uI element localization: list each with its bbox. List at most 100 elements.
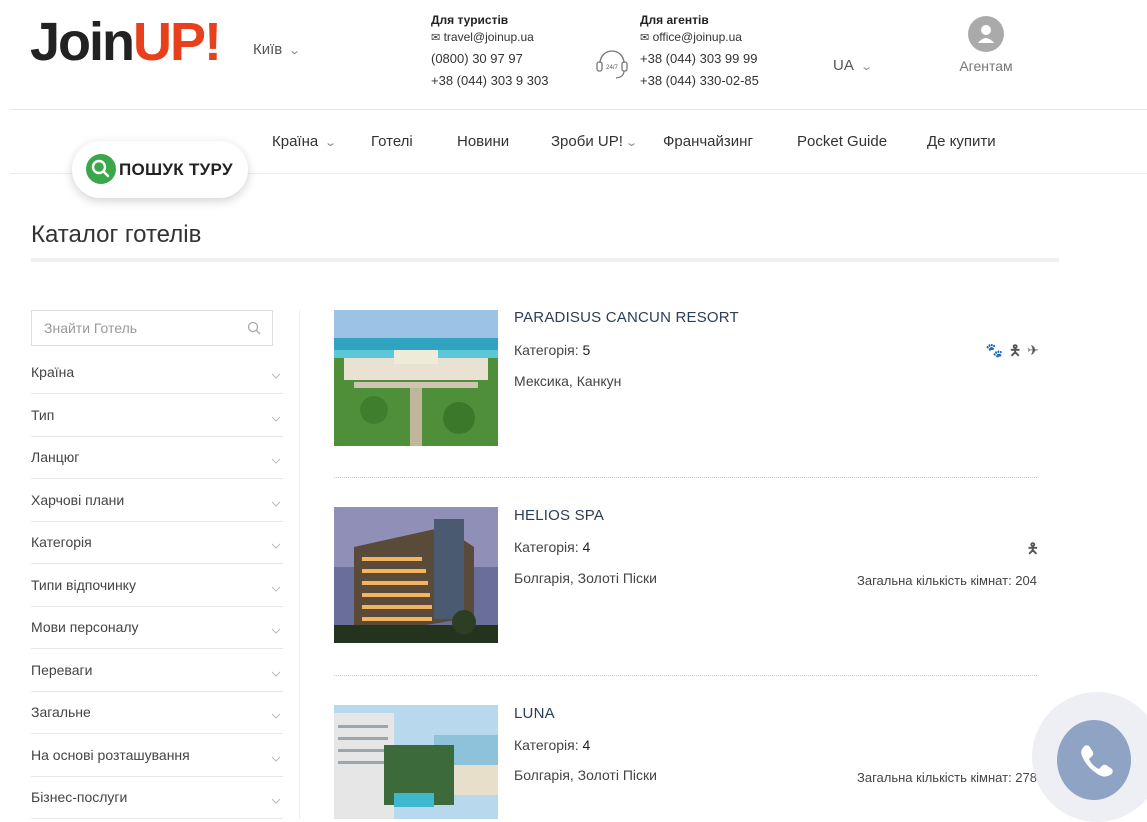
agents-contacts: Для агентів ✉ office@joinup.ua +38 (044)… (640, 13, 759, 92)
filter-category[interactable]: Категорія (31, 522, 283, 564)
filter-label: Країна (31, 364, 75, 380)
hotel-amenities: 🐾 🯅 ✈ (986, 340, 1040, 364)
filter-staff-languages[interactable]: Мови персоналу (31, 607, 283, 649)
logo[interactable]: JoinUP! (30, 12, 222, 72)
filter-label: Загальне (31, 704, 91, 720)
mail-icon: ✉ (431, 32, 441, 44)
hotel-category: Категорія: 4 (514, 737, 591, 753)
tourists-email[interactable]: ✉ travel@joinup.ua (431, 27, 548, 48)
logo-join: Join (30, 12, 135, 72)
tourists-title: Для туристів (431, 13, 509, 27)
agents-email[interactable]: ✉ office@joinup.ua (640, 27, 759, 48)
hotel-separator (334, 675, 1037, 676)
hotel-amenities: 🯅 (1027, 538, 1039, 562)
hotel-separator (334, 477, 1037, 478)
chevron-down-icon (271, 409, 281, 427)
filter-label: Харчові плани (31, 492, 125, 508)
chevron-down-icon (271, 621, 281, 639)
agent-login[interactable]: Агентам (956, 16, 1016, 74)
headset-24-7-icon: 24/7 (594, 45, 630, 81)
search-tour-button[interactable]: ПОШУК ТУРУ (72, 141, 248, 198)
chevron-down-icon: ⌄ (288, 45, 302, 57)
nav-item-where-to-buy[interactable]: Де купити (927, 133, 996, 150)
child-icon: 🯅 (1026, 540, 1039, 556)
filter-label: Типи відпочинку (31, 577, 136, 593)
logo-exclamation: ! (204, 12, 222, 72)
agents-phone-2[interactable]: +38 (044) 330-02-85 (640, 70, 759, 92)
chevron-down-icon: ⌄ (625, 137, 638, 149)
tourists-contacts: Для туристів ✉ travel@joinup.ua (0800) 3… (431, 13, 548, 92)
hotel-name[interactable]: PARADISUS CANCUN RESORT (514, 309, 739, 326)
search-tour-label: ПОШУК ТУРУ (119, 160, 233, 179)
nav-item-franchising[interactable]: Франчайзинг (663, 133, 753, 150)
page-title: Каталог готелів (31, 221, 202, 248)
filter-type[interactable]: Тип (31, 395, 283, 437)
city-label: Київ (253, 41, 283, 58)
hotel-search-input[interactable] (42, 319, 236, 337)
filter-general[interactable]: Загальне (31, 692, 283, 734)
paw-icon: 🐾 (985, 342, 1003, 358)
tourists-phone-1[interactable]: (0800) 30 97 97 (431, 48, 548, 70)
filter-advantages[interactable]: Переваги (31, 650, 283, 692)
tourists-phone-2[interactable]: +38 (044) 303 9 303 (431, 70, 548, 92)
filter-label: На основі розташування (31, 747, 190, 763)
hotel-location: Болгарія, Золоті Піски (514, 570, 657, 586)
hotel-photo[interactable] (334, 310, 498, 446)
filter-label: Категорія (31, 534, 92, 550)
filter-label: Бізнес-послуги (31, 789, 128, 805)
filter-vacation-types[interactable]: Типи відпочинку (31, 565, 283, 607)
header-divider (10, 109, 1147, 110)
hotel-rooms: Загальна кількість кімнат: 278 (856, 770, 1037, 785)
chevron-down-icon (271, 536, 281, 554)
filter-label: Мови персоналу (31, 619, 139, 635)
city-selector[interactable]: Київ ⌄ (253, 41, 302, 58)
hotel-category-value: 5 (582, 342, 591, 358)
hotel-name[interactable]: HELIOS SPA (514, 507, 604, 524)
hotel-location: Болгарія, Золоті Піски (514, 767, 657, 783)
filter-business-services[interactable]: Бізнес-послуги (31, 777, 283, 819)
hotel-rooms: Загальна кількість кімнат: 204 (856, 573, 1037, 588)
search-icon[interactable] (246, 320, 262, 341)
filter-location-based[interactable]: На основі розташування (31, 735, 283, 777)
agents-title: Для агентів (640, 13, 709, 27)
mail-icon: ✉ (640, 32, 650, 44)
hotel-name[interactable]: LUNA (514, 705, 555, 722)
hotel-category: Категорія: 5 (514, 342, 591, 358)
child-icon: 🯅 (1008, 342, 1022, 358)
filter-chain[interactable]: Ланцюг (31, 437, 283, 479)
hotel-photo[interactable] (334, 705, 498, 819)
agents-phone-1[interactable]: +38 (044) 303 99 99 (640, 48, 759, 70)
filter-country[interactable]: Країна (31, 352, 283, 394)
filter-label: Переваги (31, 662, 93, 678)
call-button[interactable] (1057, 720, 1131, 800)
nav-item-hotels[interactable]: Готелі (371, 133, 413, 150)
logo-up: UP (133, 12, 206, 72)
plane-icon: ✈ (1027, 342, 1039, 358)
chevron-down-icon: ⌄ (324, 137, 338, 149)
nav-item-news[interactable]: Новини (457, 133, 509, 150)
chevron-down-icon: ⌄ (860, 61, 873, 73)
chevron-down-icon (271, 706, 281, 724)
filter-label: Тип (31, 407, 55, 423)
chevron-down-icon (271, 579, 281, 597)
hotel-location: Мексика, Канкун (514, 373, 622, 389)
title-divider (31, 258, 1059, 262)
chevron-down-icon (271, 451, 281, 469)
user-icon (968, 16, 1004, 52)
filter-label: Ланцюг (31, 449, 80, 465)
hotel-search (31, 310, 273, 346)
hotel-category-value: 4 (582, 539, 591, 555)
chevron-down-icon (271, 664, 281, 682)
nav-item-country[interactable]: Країна ⌄ (272, 133, 338, 150)
nav-item-pocket-guide[interactable]: Pocket Guide (797, 133, 887, 150)
agent-label: Агентам (959, 58, 1013, 74)
search-icon (86, 154, 116, 184)
chevron-down-icon (271, 366, 281, 384)
phone-icon (1081, 745, 1113, 777)
nav-item-zrobi-up[interactable]: Зроби UP! ⌄ (551, 133, 638, 150)
hotel-photo[interactable] (334, 507, 498, 643)
language-selector[interactable]: UA ⌄ (833, 57, 873, 74)
hotel-category: Категорія: 4 (514, 539, 591, 555)
chevron-down-icon (271, 749, 281, 767)
filter-meal-plans[interactable]: Харчові плани (31, 480, 283, 522)
